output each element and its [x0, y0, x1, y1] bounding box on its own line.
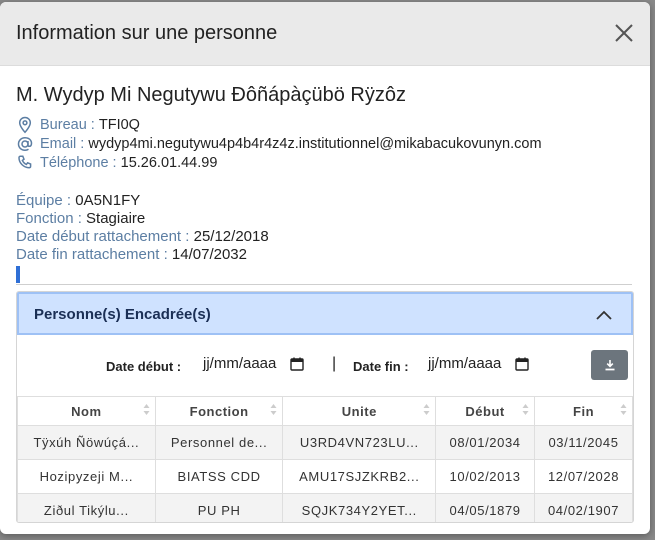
- phone-icon: [18, 155, 32, 169]
- column-header-fonction[interactable]: Fonction: [154, 396, 284, 426]
- cell-debut: 04/05/1879: [435, 493, 536, 522]
- fonction-label: Fonction :: [16, 210, 82, 227]
- accordion-title: Personne(s) Encadrée(s): [34, 306, 211, 323]
- column-header-debut[interactable]: Début: [435, 396, 536, 426]
- cell-nom: Ziðul Tikýlu...: [17, 493, 156, 522]
- modal-title: Information sur une personne: [16, 22, 278, 44]
- cell-fin: 12/07/2028: [534, 459, 633, 494]
- location-pin-icon: [18, 116, 32, 134]
- table-row[interactable]: Hozipyzeji M... BIATSS CDD AMU17SJZKRB2.…: [17, 459, 633, 494]
- bureau-label: Bureau :: [40, 117, 95, 133]
- fonction-row: Fonction : Stagiaire: [16, 210, 145, 227]
- encadrees-accordion: Personne(s) Encadrée(s) Date début : jj/…: [16, 291, 634, 523]
- calendar-icon[interactable]: [290, 357, 305, 371]
- sort-icon: [522, 404, 529, 415]
- date-fin-label: Date fin :: [353, 359, 409, 374]
- chevron-up-icon: [596, 310, 612, 320]
- modal-header: Information sur une personne: [0, 2, 650, 66]
- bureau-row: Bureau : TFI0Q: [16, 116, 140, 134]
- close-icon: [615, 24, 633, 42]
- accordion-header[interactable]: Personne(s) Encadrée(s): [17, 292, 633, 335]
- date-fin-placeholder: jj/mm/aaaa: [428, 355, 502, 372]
- sort-icon: [270, 404, 277, 415]
- equipe-value: 0A5N1FY: [75, 192, 141, 209]
- accent-bar: [16, 266, 20, 283]
- cell-unite: AMU17SJZKRB2...: [282, 459, 437, 494]
- date-debut-input[interactable]: jj/mm/aaaa: [203, 355, 305, 372]
- at-sign-icon: [17, 136, 33, 152]
- debut-rattachement-row: Date début rattachement : 25/12/2018: [16, 228, 269, 245]
- email-row: Email : wydyp4mi.negutywu4p4b4r4z4z.inst…: [16, 135, 542, 153]
- date-separator: |: [332, 355, 337, 372]
- date-debut-label: Date début :: [106, 359, 182, 374]
- equipe-label: Équipe :: [16, 192, 72, 209]
- sort-icon: [620, 404, 627, 415]
- divider: [16, 284, 632, 285]
- table-row[interactable]: Ziðul Tikýlu... PU PH SQJK734Y2YET... 04…: [17, 493, 633, 522]
- bureau-value: TFI0Q: [98, 117, 140, 133]
- table-header-row: Nom Fonction Unite Début Fin: [17, 396, 633, 426]
- phone-value: 15.26.01.44.99: [120, 155, 218, 171]
- cell-unite: U3RD4VN723LU...: [282, 425, 437, 460]
- cell-nom: Tÿxúh Ñöwúçá...: [17, 425, 156, 460]
- cell-fonction: PU PH: [154, 493, 284, 522]
- column-header-nom[interactable]: Nom: [17, 396, 156, 426]
- table-row[interactable]: Tÿxúh Ñöwúçá... Personnel de... U3RD4VN7…: [17, 425, 633, 460]
- phone-row: Téléphone : 15.26.01.44.99: [16, 154, 217, 172]
- person-name: M. Wydyp Mi Negutywu Ðôñápàçübö Rÿzôz: [16, 84, 406, 106]
- fin-rattachement-label: Date fin rattachement :: [16, 246, 168, 263]
- column-header-fin[interactable]: Fin: [534, 396, 633, 426]
- cell-unite: SQJK734Y2YET...: [282, 493, 437, 522]
- calendar-icon[interactable]: [515, 357, 530, 371]
- cell-fonction: BIATSS CDD: [154, 459, 284, 494]
- sort-icon: [143, 404, 150, 415]
- person-info-modal: Information sur une personne M. Wydyp Mi…: [0, 2, 650, 534]
- debut-rattachement-value: 25/12/2018: [193, 228, 269, 245]
- download-button[interactable]: [591, 350, 628, 380]
- cell-fonction: Personnel de...: [154, 425, 284, 460]
- email-value: wydyp4mi.negutywu4p4b4r4z4z.institutionn…: [88, 136, 542, 152]
- phone-label: Téléphone :: [40, 155, 117, 171]
- date-debut-placeholder: jj/mm/aaaa: [203, 355, 277, 372]
- cell-fin: 04/02/1907: [534, 493, 633, 522]
- equipe-row: Équipe : 0A5N1FY: [16, 192, 140, 209]
- debut-rattachement-label: Date début rattachement :: [16, 228, 190, 245]
- cell-debut: 08/01/2034: [435, 425, 536, 460]
- date-filter-bar: Date début : jj/mm/aaaa | Date fin : jj/…: [17, 350, 633, 380]
- column-header-unite[interactable]: Unite: [282, 396, 437, 426]
- cell-debut: 10/02/2013: [435, 459, 536, 494]
- cell-nom: Hozipyzeji M...: [17, 459, 156, 494]
- fin-rattachement-row: Date fin rattachement : 14/07/2032: [16, 246, 247, 263]
- encadrees-table: Nom Fonction Unite Début Fin Tÿxúh Ñöwúç…: [17, 396, 633, 522]
- date-fin-input[interactable]: jj/mm/aaaa: [428, 355, 530, 372]
- email-label: Email :: [40, 136, 85, 152]
- close-button[interactable]: [612, 21, 636, 45]
- sort-icon: [423, 404, 430, 415]
- fin-rattachement-value: 14/07/2032: [171, 246, 247, 263]
- download-icon: [605, 360, 614, 371]
- fonction-value: Stagiaire: [86, 210, 146, 227]
- cell-fin: 03/11/2045: [534, 425, 633, 460]
